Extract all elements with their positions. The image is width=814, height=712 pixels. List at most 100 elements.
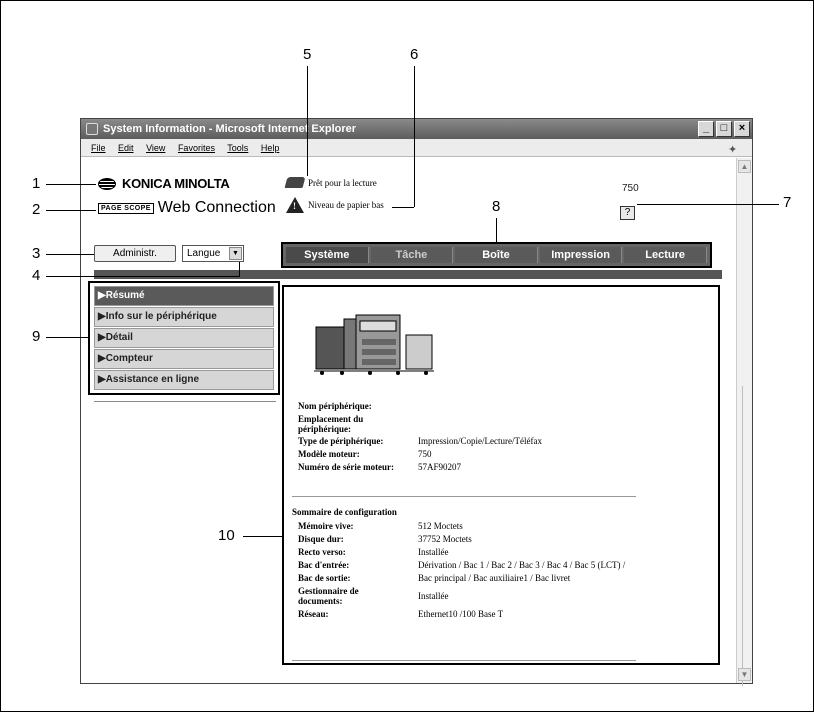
- info-label: Numéro de série moteur:: [298, 462, 395, 472]
- config-label: Disque dur:: [298, 534, 344, 544]
- ie-icon: [86, 123, 98, 135]
- callout-6: 6: [410, 46, 419, 63]
- menu-item-info[interactable]: ▶Info sur le périphérique: [94, 307, 274, 327]
- callout-5: 5: [303, 46, 312, 63]
- vertical-scrollbar[interactable]: ▲ ▼: [736, 158, 752, 686]
- tab-lecture[interactable]: Lecture: [624, 247, 707, 263]
- menu-help[interactable]: Help: [261, 143, 280, 153]
- tab-tache[interactable]: Tâche: [370, 247, 454, 263]
- info-value: [402, 414, 632, 434]
- language-select[interactable]: Langue ▼: [182, 245, 244, 262]
- menu-divider: [94, 401, 276, 402]
- config-value: 37752 Moctets: [418, 534, 472, 544]
- admin-button[interactable]: Administr.: [94, 245, 176, 262]
- callout-7: 7: [783, 194, 792, 211]
- printer-status-icon: [284, 177, 306, 188]
- info-label: Emplacement du périphérique:: [298, 414, 364, 434]
- config-label: Bac de sortie:: [298, 573, 351, 583]
- callout-line: [414, 66, 415, 207]
- config-value: Dérivation / Bac 1 / Bac 2 / Bac 3 / Bac…: [418, 560, 626, 570]
- config-value: Ethernet10 /100 Base T: [418, 609, 504, 619]
- menu-view[interactable]: View: [146, 143, 165, 153]
- chevron-down-icon[interactable]: ▼: [229, 247, 242, 260]
- menu-item-detail[interactable]: ▶Détail: [94, 328, 274, 348]
- warning-icon: [286, 197, 304, 213]
- menu-item-compteur[interactable]: ▶Compteur: [94, 349, 274, 369]
- callout-4: 4: [32, 267, 41, 284]
- config-value: Installée: [418, 547, 449, 557]
- konica-minolta-logo[interactable]: KONICA MINOLTA: [98, 176, 230, 191]
- info-label: Modèle moteur:: [298, 449, 360, 459]
- web-connection-text: Web Connection: [157, 199, 276, 216]
- window-title: System Information - Microsoft Internet …: [103, 123, 357, 135]
- config-value: Bac principal / Bac auxiliaire1 / Bac li…: [418, 573, 571, 583]
- language-select-value: Langue: [187, 248, 221, 259]
- device-image: [314, 314, 434, 375]
- menu-favorites[interactable]: Favorites: [178, 143, 215, 153]
- minimize-button[interactable]: _: [698, 121, 714, 137]
- km-globe-icon: [98, 177, 116, 190]
- callout-line: [637, 204, 779, 205]
- main-tabs: Système Tâche Boîte Impression Lecture: [281, 242, 712, 268]
- config-label: Recto verso:: [298, 547, 346, 557]
- callout-9: 9: [32, 328, 41, 345]
- info-value: [418, 401, 648, 411]
- help-button[interactable]: ?: [620, 206, 635, 220]
- windows-flag-icon: ✦: [728, 144, 738, 156]
- device-info-list: Nom périphérique: Emplacement du périphé…: [292, 401, 648, 472]
- status-ready-text: Prêt pour la lecture: [308, 177, 377, 188]
- brand-text: KONICA MINOLTA: [122, 176, 230, 191]
- title-bar: System Information - Microsoft Internet …: [81, 119, 752, 139]
- tab-impression[interactable]: Impression: [539, 247, 623, 263]
- info-label: Type de périphérique:: [298, 436, 384, 446]
- menu-item-resume[interactable]: ▶Résumé: [94, 286, 274, 306]
- callout-line: [496, 218, 497, 242]
- callout-2: 2: [32, 201, 41, 218]
- tab-systeme[interactable]: Système: [286, 247, 369, 263]
- close-button[interactable]: ×: [734, 121, 750, 137]
- config-list: Mémoire vive: 512 Moctets Disque dur: 3775…: [292, 521, 648, 619]
- header-divider-bar: [94, 270, 722, 279]
- side-menu: ▶Résumé ▶Info sur le périphérique ▶Détai…: [88, 281, 280, 395]
- pagescope-icon: PAGE SCOPE: [98, 202, 154, 214]
- section-divider: [292, 496, 636, 497]
- info-value: 750: [418, 449, 432, 459]
- scroll-up-icon[interactable]: ▲: [738, 160, 751, 173]
- info-label: Nom périphérique:: [298, 401, 372, 411]
- callout-line: [243, 536, 282, 537]
- config-value: 512 Moctets: [418, 521, 463, 531]
- config-title: Sommaire de configuration: [292, 507, 397, 517]
- menu-item-assistance[interactable]: ▶Assistance en ligne: [94, 370, 274, 390]
- config-label: Réseau:: [298, 609, 329, 619]
- web-connection-logo[interactable]: PAGE SCOPE Web Connection: [98, 199, 276, 217]
- config-label: Mémoire vive:: [298, 521, 354, 531]
- config-value: Installée: [418, 591, 449, 601]
- menu-tools[interactable]: Tools: [227, 143, 248, 153]
- menu-bar: File Edit View Favorites Tools Help ✦: [81, 139, 752, 157]
- callout-10: 10: [218, 527, 235, 544]
- tab-boite[interactable]: Boîte: [455, 247, 538, 263]
- callout-line: [307, 66, 308, 176]
- config-label: Gestionnaire de documents:: [298, 586, 359, 606]
- status-ready: Prêt pour la lecture: [284, 177, 377, 188]
- status-paper-text: Niveau de papier bas: [308, 200, 384, 210]
- config-label: Bac d'entrée:: [298, 560, 350, 570]
- status-paper: Niveau de papier bas: [286, 197, 384, 213]
- scroll-down-icon[interactable]: ▼: [738, 668, 751, 681]
- callout-line: [46, 184, 96, 185]
- callout-line: [46, 276, 240, 277]
- callout-1: 1: [32, 175, 41, 192]
- callout-line: [392, 207, 414, 208]
- info-value: 57AF90207: [418, 462, 462, 472]
- scroll-track: [742, 386, 743, 686]
- maximize-button[interactable]: □: [716, 121, 732, 137]
- model-name: 750: [622, 183, 639, 194]
- callout-line: [46, 337, 88, 338]
- callout-line: [239, 262, 240, 276]
- info-value: Impression/Copie/Lecture/Téléfax: [418, 436, 542, 446]
- menu-file[interactable]: File: [91, 143, 106, 153]
- callout-8: 8: [492, 198, 501, 215]
- section-divider: [292, 660, 636, 661]
- menu-edit[interactable]: Edit: [118, 143, 134, 153]
- summary-panel: Nom périphérique: Emplacement du périphé…: [282, 285, 720, 665]
